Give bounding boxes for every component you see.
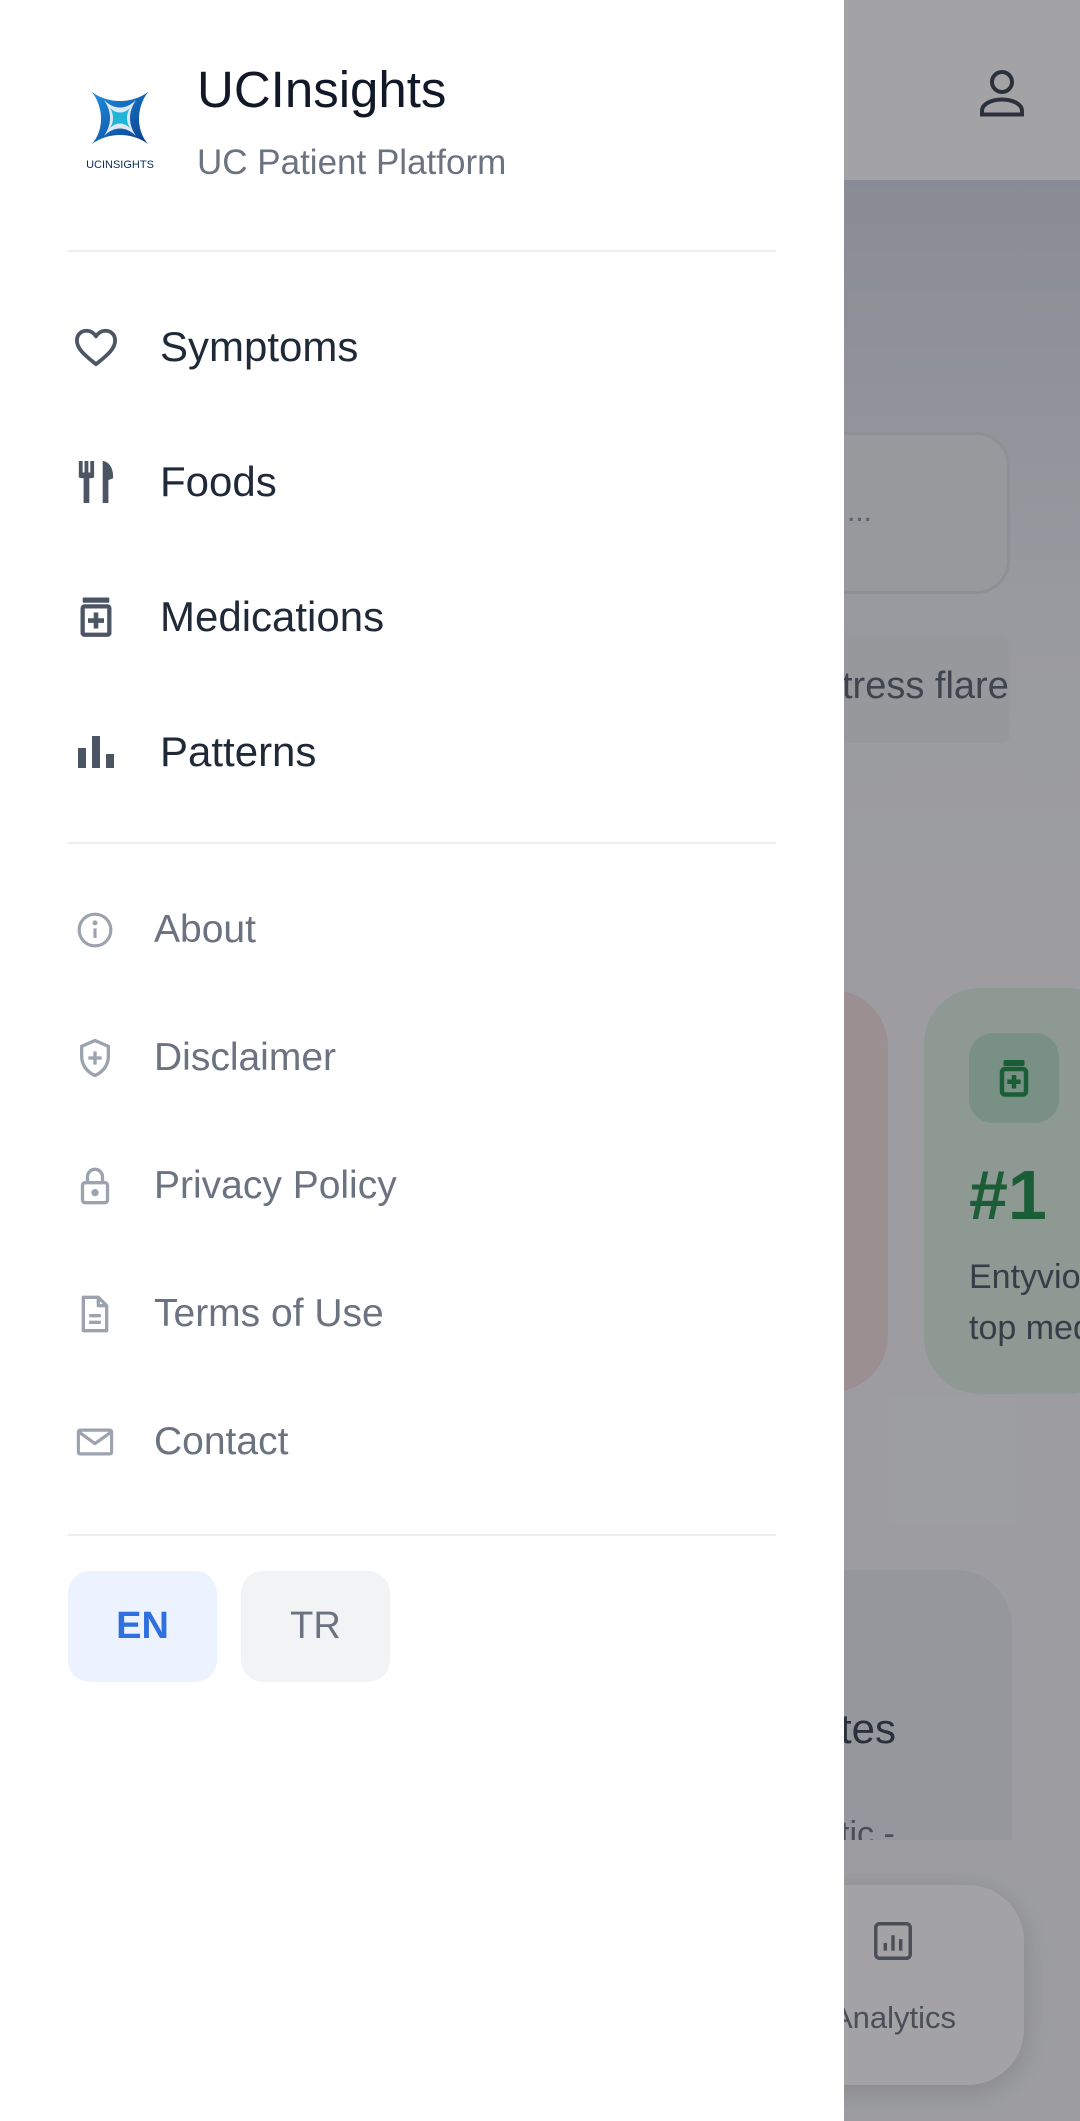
- nav-item-patterns[interactable]: Patterns: [68, 697, 776, 807]
- info-item-contact[interactable]: Contact: [68, 1392, 776, 1492]
- nav-label-symptoms: Symptoms: [160, 323, 359, 370]
- fork-knife-icon: [72, 458, 120, 506]
- heart-icon: [72, 323, 120, 371]
- header-divider: [68, 250, 776, 252]
- nav-divider: [68, 842, 776, 844]
- shield-icon: [72, 1035, 118, 1081]
- info-label-contact: Contact: [154, 1420, 289, 1463]
- info-item-disclaimer[interactable]: Disclaimer: [68, 1008, 776, 1108]
- info-label-about: About: [154, 908, 256, 951]
- navigation-drawer: UCINSIGHTS UCInsights UC Patient Platfor…: [0, 0, 844, 2121]
- nav-item-foods[interactable]: Foods: [68, 427, 776, 537]
- app-subtitle: UC Patient Platform: [197, 143, 507, 182]
- info-divider: [68, 1534, 776, 1536]
- info-item-privacy-policy[interactable]: Privacy Policy: [68, 1136, 776, 1236]
- info-label-privacy-policy: Privacy Policy: [154, 1164, 397, 1207]
- medication-icon: [72, 593, 120, 641]
- info-label-terms-of-use: Terms of Use: [154, 1292, 384, 1335]
- nav-item-medications[interactable]: Medications: [68, 562, 776, 672]
- nav-label-patterns: Patterns: [160, 728, 317, 775]
- language-button-en[interactable]: EN: [68, 1571, 217, 1682]
- info-label-disclaimer: Disclaimer: [154, 1036, 337, 1079]
- nav-label-medications: Medications: [160, 593, 385, 640]
- document-icon: [72, 1291, 118, 1337]
- info-icon: [72, 907, 118, 953]
- app-title: UCInsights: [197, 61, 447, 118]
- language-button-tr[interactable]: TR: [241, 1571, 390, 1682]
- logo-wordmark: UCINSIGHTS: [86, 159, 154, 171]
- nav-item-symptoms[interactable]: Symptoms: [68, 292, 776, 402]
- nav-label-foods: Foods: [160, 458, 277, 505]
- bar-chart-icon: [72, 728, 120, 776]
- info-item-terms-of-use[interactable]: Terms of Use: [68, 1264, 776, 1364]
- lock-icon: [72, 1163, 118, 1209]
- mail-icon: [72, 1419, 118, 1465]
- app-logo: UCINSIGHTS: [78, 86, 162, 176]
- info-item-about[interactable]: About: [68, 880, 776, 980]
